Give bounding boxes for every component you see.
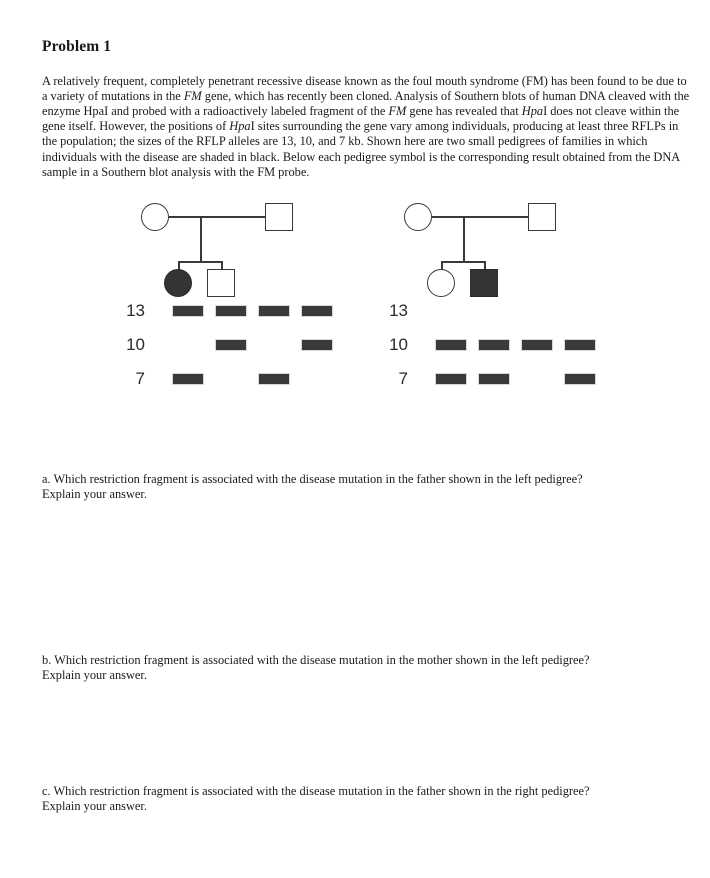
- right-pedigree: [400, 199, 585, 298]
- gel-band: [564, 373, 596, 386]
- gel-band-empty: [258, 339, 290, 351]
- gel-band: [301, 339, 333, 352]
- left-pedigree-daughter-symbol: [164, 269, 192, 298]
- left-gel-lanes-13: [172, 305, 340, 318]
- question-a: a. Which restriction fragment is associa…: [42, 472, 697, 503]
- right-pedigree-block: 13 10 7: [389, 199, 596, 387]
- document-page: Problem 1 A relatively frequent, complet…: [0, 0, 710, 878]
- right-pedigree-son-symbol: [470, 269, 498, 298]
- gel-band-empty: [172, 339, 204, 351]
- gel-band: [478, 339, 510, 352]
- left-pedigree-sibship-line: [178, 261, 222, 263]
- left-gel-lanes-7: [172, 373, 340, 386]
- right-gel-row-7: 7: [350, 369, 596, 404]
- left-gel-label-10: 10: [126, 335, 145, 355]
- right-gel-lanes-13: [435, 305, 603, 317]
- right-gel-lanes-7: [435, 373, 603, 386]
- gel-band: [435, 339, 467, 352]
- left-gel-lanes-10: [172, 339, 340, 352]
- question-b: b. Which restriction fragment is associa…: [42, 653, 697, 684]
- right-gel-label-10: 10: [389, 335, 408, 355]
- gel-band: [258, 305, 290, 318]
- gel-band: [435, 373, 467, 386]
- question-b-line1: b. Which restriction fragment is associa…: [42, 653, 590, 667]
- left-pedigree-son-symbol: [207, 269, 235, 298]
- gel-band: [258, 373, 290, 386]
- gel-band-empty: [521, 305, 553, 317]
- right-gel-row-13: 13: [350, 302, 590, 336]
- gel-band: [172, 305, 204, 318]
- gel-band: [172, 373, 204, 386]
- left-pedigree: [137, 199, 322, 298]
- right-gel-row-10: 10: [350, 335, 596, 370]
- right-gel-label-7: 7: [398, 369, 408, 389]
- gel-band-empty: [521, 373, 553, 385]
- left-gel-row-10: 10: [87, 335, 333, 370]
- left-pedigree-mother-symbol: [141, 203, 169, 232]
- right-pedigree-descent-line: [463, 216, 465, 263]
- left-gel-label-13: 13: [126, 301, 145, 321]
- left-gel: 13 10 7: [87, 301, 333, 404]
- left-pedigree-mating-line: [169, 216, 265, 218]
- page-title: Problem 1: [42, 38, 112, 55]
- right-gel: 13 10 7: [350, 302, 596, 404]
- gel-band: [215, 305, 247, 318]
- pedigree-figure: 13 10 7 13 10 7: [42, 199, 702, 409]
- question-b-line2: Explain your answer.: [42, 668, 147, 683]
- right-gel-label-13: 13: [389, 301, 408, 321]
- gel-band-empty: [564, 305, 596, 317]
- left-pedigree-block: 13 10 7: [126, 199, 333, 387]
- right-pedigree-father-symbol: [528, 203, 556, 232]
- gel-band-empty: [301, 373, 333, 385]
- right-pedigree-mother-symbol: [404, 203, 432, 232]
- question-c-line1: c. Which restriction fragment is associa…: [42, 784, 590, 798]
- gel-band: [478, 373, 510, 386]
- question-c-line2: Explain your answer.: [42, 799, 147, 814]
- left-pedigree-descent-line: [200, 216, 202, 263]
- left-gel-label-7: 7: [135, 369, 145, 389]
- gel-band: [215, 339, 247, 352]
- gel-band-empty: [215, 373, 247, 385]
- question-a-line1: a. Which restriction fragment is associa…: [42, 472, 583, 486]
- gel-band: [301, 305, 333, 318]
- gel-band: [521, 339, 553, 352]
- left-gel-row-7: 7: [87, 370, 327, 404]
- right-gel-lanes-10: [435, 339, 603, 352]
- gel-band-empty: [478, 305, 510, 317]
- gel-band-empty: [435, 305, 467, 317]
- question-c: c. Which restriction fragment is associa…: [42, 784, 697, 815]
- left-gel-row-13: 13: [87, 301, 333, 336]
- right-pedigree-sibship-line: [441, 261, 485, 263]
- gel-band: [564, 339, 596, 352]
- question-a-line2: Explain your answer.: [42, 487, 147, 502]
- intro-paragraph: A relatively frequent, completely penetr…: [42, 73, 690, 179]
- right-pedigree-mating-line: [432, 216, 528, 218]
- left-pedigree-father-symbol: [265, 203, 293, 232]
- right-pedigree-daughter-symbol: [427, 269, 455, 298]
